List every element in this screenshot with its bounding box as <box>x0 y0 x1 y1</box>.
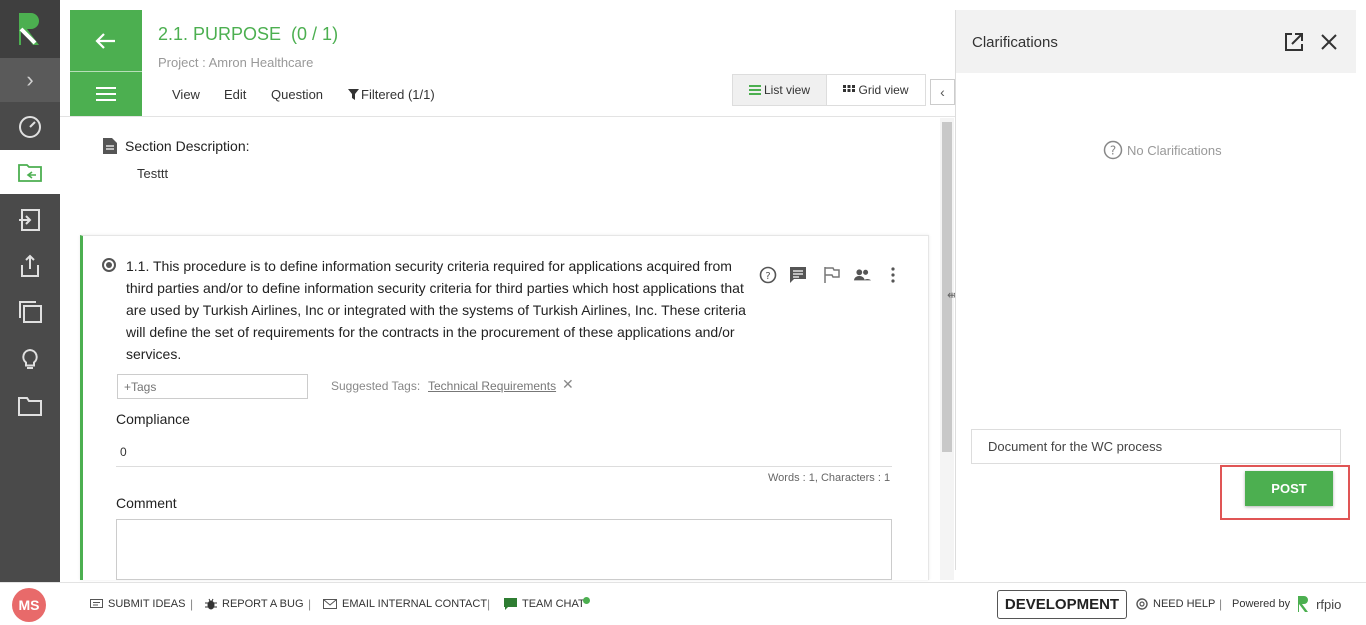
section-description-value: Testtt <box>137 166 169 181</box>
comment-label: Comment <box>116 495 177 511</box>
upload-icon <box>21 254 39 277</box>
post-button[interactable]: POST <box>1245 471 1333 506</box>
section-description-label: Section Description: <box>125 138 250 154</box>
users-icon[interactable] <box>853 266 871 284</box>
hamburger-menu-button[interactable] <box>70 72 142 116</box>
app-logo[interactable] <box>0 0 60 58</box>
document-icon <box>103 138 117 154</box>
list-view-button[interactable]: List view <box>733 75 827 105</box>
clarification-input[interactable]: Document for the WC process <box>971 429 1341 464</box>
rfpio-logo-icon <box>19 13 39 45</box>
message-icon <box>90 598 103 608</box>
view-toggle: List view Grid view <box>732 74 926 106</box>
tags-input[interactable] <box>117 374 308 399</box>
mail-icon <box>323 599 337 609</box>
remove-tag-close-icon[interactable]: ✕ <box>562 376 574 393</box>
sidebar-item-dashboard[interactable] <box>0 104 60 148</box>
sidebar-item-ideas[interactable] <box>0 338 60 382</box>
back-button[interactable] <box>70 10 142 72</box>
speedometer-icon <box>19 116 41 138</box>
chat-icon <box>504 598 517 610</box>
grid-view-button[interactable]: Grid view <box>827 75 925 105</box>
back-nav-block <box>70 10 142 116</box>
sidebar-item-import[interactable] <box>0 198 60 242</box>
footer-separator: | <box>190 597 194 611</box>
report-bug-label: REPORT A BUG <box>222 598 304 610</box>
tab-question[interactable]: Question <box>271 87 323 102</box>
brand-name: rfpio <box>1316 596 1342 612</box>
tab-filtered-label: Filtered (1/1) <box>361 87 435 102</box>
submit-ideas-link[interactable]: SUBMIT IDEAS <box>90 598 185 610</box>
question-text: 1.1. This procedure is to define informa… <box>126 258 746 362</box>
help-circle-icon[interactable]: ? <box>759 266 777 284</box>
footer-separator: | <box>1219 597 1223 611</box>
bug-icon <box>205 598 217 610</box>
compliance-field[interactable]: 0 <box>120 445 127 459</box>
suggested-tag-link[interactable]: Technical Requirements <box>428 379 556 393</box>
svg-text:?: ? <box>765 271 770 282</box>
tab-edit[interactable]: Edit <box>224 87 246 102</box>
project-name: Project : Amron Healthcare <box>158 55 314 70</box>
tab-view[interactable]: View <box>172 87 200 102</box>
powered-by-label: Powered by <box>1232 598 1291 610</box>
report-bug-link[interactable]: REPORT A BUG <box>205 598 304 610</box>
sidebar-item-export[interactable] <box>0 244 60 288</box>
suggested-tags-label: Suggested Tags: <box>331 379 421 393</box>
footer-separator: | <box>308 597 312 611</box>
copy-icon <box>19 301 42 323</box>
tab-filtered[interactable]: Filtered (1/1) <box>348 87 435 102</box>
section-title: 2.1. PURPOSE <box>158 24 282 44</box>
menu-icon <box>96 87 116 101</box>
submit-ideas-label: SUBMIT IDEAS <box>108 598 186 610</box>
arrow-left-icon <box>95 32 115 49</box>
rfpio-logo-icon <box>1298 596 1309 612</box>
question-count: (0 / 1) <box>291 24 339 44</box>
comment-textarea[interactable] <box>116 519 892 580</box>
sidebar-item-library[interactable] <box>0 290 60 334</box>
comment-icon[interactable] <box>789 266 807 284</box>
powered-by: Powered by rfpio <box>1232 595 1341 613</box>
need-help-label: NEED HELP <box>1153 598 1216 610</box>
lifebuoy-icon <box>1136 598 1148 610</box>
open-external-icon[interactable] <box>1283 31 1305 53</box>
page-title: 2.1. PURPOSE (0 / 1) <box>158 24 338 45</box>
sidebar-expand-chevron-icon[interactable]: › <box>0 58 60 102</box>
email-contact-label: EMAIL INTERNAL CONTACT <box>342 598 488 610</box>
list-view-label: List view <box>763 83 810 97</box>
grid-icon <box>843 85 856 92</box>
help-circle-icon: ? <box>1103 140 1123 160</box>
need-help-link[interactable]: NEED HELP <box>1136 598 1215 610</box>
word-count: Words : 1, Characters : 1 <box>768 472 891 484</box>
sidebar-item-folders[interactable] <box>0 384 60 428</box>
collapse-panel-chevron-icon[interactable]: ‹ <box>930 79 955 105</box>
online-status-dot <box>583 597 590 604</box>
flag-icon[interactable] <box>823 266 841 284</box>
environment-badge: DEVELOPMENT <box>997 590 1127 619</box>
scrollbar-thumb[interactable] <box>942 122 952 452</box>
folder-reply-icon <box>18 164 42 182</box>
close-icon[interactable] <box>1318 31 1340 53</box>
team-chat-label: TEAM CHAT <box>522 598 585 610</box>
no-clarifications-text: No Clarifications <box>1127 142 1222 158</box>
clarifications-title: Clarifications <box>972 34 1058 51</box>
lightbulb-icon <box>22 348 38 369</box>
compliance-label: Compliance <box>116 411 190 427</box>
email-contact-link[interactable]: EMAIL INTERNAL CONTACT <box>323 598 487 610</box>
question-select-radio[interactable] <box>102 258 116 272</box>
import-icon <box>19 209 40 231</box>
more-vertical-icon[interactable] <box>884 266 902 284</box>
team-chat-link[interactable]: TEAM CHAT <box>504 598 585 610</box>
no-clarifications-message: ? No Clarifications <box>1103 140 1222 160</box>
filter-icon <box>348 89 359 100</box>
grid-view-label: Grid view <box>858 83 909 97</box>
folder-icon <box>18 397 42 416</box>
list-icon <box>748 85 761 95</box>
sidebar-item-projects[interactable] <box>0 150 60 194</box>
avatar[interactable]: MS <box>12 588 46 622</box>
compliance-underline <box>116 466 892 467</box>
footer-separator: | <box>487 597 491 611</box>
svg-text:?: ? <box>1110 144 1116 158</box>
